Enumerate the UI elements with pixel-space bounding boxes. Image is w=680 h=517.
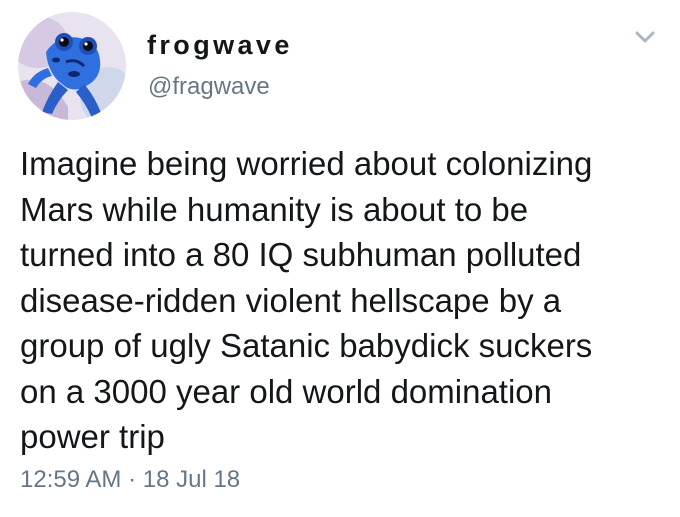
author-avatar[interactable] — [18, 12, 126, 120]
timestamp-separator: · — [128, 466, 137, 493]
tweet-text: Imagine being worried about colonizing M… — [20, 145, 593, 455]
tweet-time: 12:59 AM — [20, 466, 122, 493]
blue-frog-avatar-icon — [18, 12, 126, 120]
tweet-timestamp[interactable]: 12:59 AM · 18 Jul 18 — [20, 466, 240, 494]
author-handle[interactable]: @fragwave — [148, 73, 270, 101]
tweet-card: frogwave @fragwave Imagine being worried… — [0, 0, 680, 517]
tweet-date: 18 Jul 18 — [142, 466, 241, 493]
author-display-name[interactable]: frogwave — [147, 30, 293, 61]
tweet-menu-button[interactable] — [628, 22, 662, 52]
chevron-down-icon — [635, 31, 655, 43]
